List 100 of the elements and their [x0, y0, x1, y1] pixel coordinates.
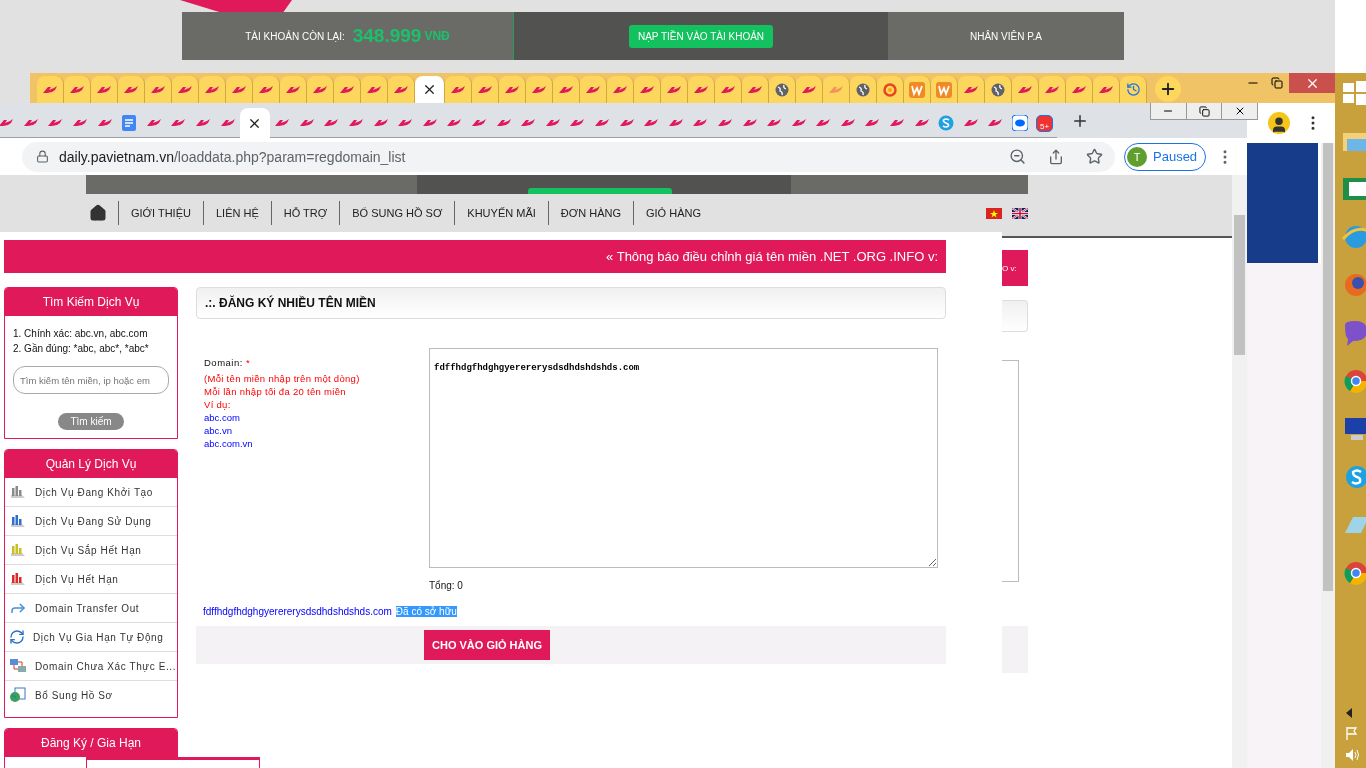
service-link[interactable]: Dịch Vụ Đang Khởi Tạo: [5, 478, 177, 507]
browser-tab[interactable]: [91, 76, 118, 103]
service-link[interactable]: Bổ Sung Hồ Sơ: [5, 681, 177, 709]
service-link[interactable]: Domain Chưa Xác Thực E...: [5, 652, 177, 681]
browser-tab[interactable]: [253, 76, 280, 103]
section-title: .:. ĐĂNG KÝ NHIỀU TÊN MIỀN: [196, 287, 946, 319]
nav-link[interactable]: GIỚI THIỆU: [118, 201, 203, 225]
browser-tab[interactable]: [526, 76, 553, 103]
browser-tab[interactable]: [334, 76, 361, 103]
browser-tab[interactable]: [472, 76, 499, 103]
status-text: Đã có sở hữu: [395, 606, 457, 617]
browser-tab[interactable]: [499, 76, 526, 103]
restore-icon[interactable]: [1271, 77, 1283, 89]
browser-tab[interactable]: [37, 76, 64, 103]
browser-tab[interactable]: [985, 76, 1012, 103]
bookmark-star-icon[interactable]: [1086, 148, 1103, 165]
site-icon: [150, 84, 166, 95]
scrollbar[interactable]: [1232, 175, 1247, 768]
browser-tab[interactable]: [688, 76, 715, 103]
browser-tab[interactable]: [958, 76, 985, 103]
browser-tab[interactable]: [580, 76, 607, 103]
browser-tab[interactable]: [145, 76, 172, 103]
nav-link[interactable]: ĐƠN HÀNG: [547, 201, 633, 225]
add-to-cart-button[interactable]: CHO VÀO GIỎ HÀNG: [424, 630, 550, 660]
browser-tab[interactable]: [877, 76, 904, 103]
scrollbar[interactable]: [1321, 143, 1335, 768]
browser-tab[interactable]: [1012, 76, 1039, 103]
browser-tab[interactable]: [199, 76, 226, 103]
close-button[interactable]: [1289, 73, 1335, 93]
address-bar[interactable]: daily.pavietnam.vn/loaddata.php?param=regdomain_list: [22, 141, 1115, 172]
nav-link[interactable]: LIÊN HỆ: [202, 201, 271, 225]
search-button[interactable]: Tìm kiếm: [58, 413, 124, 430]
browser-tab[interactable]: [796, 76, 823, 103]
browser-tab[interactable]: [415, 76, 445, 103]
example-link[interactable]: abc.vn: [204, 424, 429, 437]
service-link[interactable]: Dịch Vụ Sắp Hết Hạn: [5, 536, 177, 565]
site-icon: [298, 118, 315, 128]
site-icon: [285, 84, 301, 95]
windows-logo-icon[interactable]: [1341, 79, 1366, 107]
search-field[interactable]: Tìm kiếm tên miền, ip hoặc em: [13, 366, 169, 394]
flag-icon[interactable]: [1012, 207, 1028, 219]
domain-textarea[interactable]: fdffhdgfhdghgyerererysdsdhdshdshds.com: [429, 348, 938, 568]
home-icon[interactable]: [89, 204, 107, 222]
site-icon: [72, 118, 89, 128]
browser-tab[interactable]: [388, 76, 415, 103]
browser-tab[interactable]: [118, 76, 145, 103]
share-icon[interactable]: [1048, 148, 1064, 165]
site-icon: [312, 84, 328, 95]
browser-tab[interactable]: [1039, 76, 1066, 103]
close-icon[interactable]: [422, 82, 437, 97]
speaker-icon[interactable]: [1345, 748, 1361, 762]
example-link[interactable]: abc.com: [204, 411, 429, 424]
browser-tab[interactable]: [239, 108, 270, 138]
browser-tab[interactable]: [1066, 76, 1093, 103]
zoom-out-icon[interactable]: [1009, 148, 1026, 165]
browser-tab[interactable]: [1120, 76, 1147, 103]
browser-tab[interactable]: [661, 76, 688, 103]
restore-icon[interactable]: [1198, 105, 1210, 117]
globe-icon: [856, 82, 870, 97]
browser-tab[interactable]: [361, 76, 388, 103]
browser-icon[interactable]: [1341, 223, 1366, 251]
site-icon: [96, 84, 112, 95]
site-icon: [913, 118, 930, 128]
tray-arrow-icon[interactable]: [1345, 708, 1353, 718]
service-link[interactable]: Domain Transfer Out: [5, 594, 177, 623]
site-icon: [22, 118, 39, 128]
nav-link[interactable]: GIỎ HÀNG: [632, 201, 713, 225]
site-icon: [720, 84, 736, 95]
browser-tab[interactable]: [715, 76, 742, 103]
site-icon: [747, 84, 763, 95]
search-hint: 1. Chính xác: abc.vn, abc.com: [13, 327, 149, 341]
site-icon: [1098, 84, 1114, 95]
browser-tab[interactable]: [64, 76, 91, 103]
browser-tab[interactable]: [1093, 76, 1120, 103]
profile-icon[interactable]: [1268, 112, 1290, 134]
browser-tab[interactable]: [634, 76, 661, 103]
service-link[interactable]: Dịch Vụ Hết Hạn: [5, 565, 177, 594]
service-link[interactable]: Dịch Vụ Đang Sử Dụng: [5, 507, 177, 536]
site-icon: [716, 118, 733, 128]
browser-tab[interactable]: [307, 76, 334, 103]
nav-link[interactable]: KHUYẾN MÃI: [454, 201, 548, 225]
nav-link[interactable]: HỖ TRỢ: [270, 201, 340, 225]
browser-tab[interactable]: 5+: [1032, 108, 1057, 138]
browser-tab[interactable]: [607, 76, 634, 103]
spreadsheet-icon[interactable]: [1341, 175, 1366, 203]
browser-tab[interactable]: [172, 76, 199, 103]
field-note: Mỗi lần nhập tối đa 20 tên miền: [204, 385, 347, 398]
browser-tab[interactable]: [280, 76, 307, 103]
nav-link[interactable]: BỔ SUNG HỒ SƠ: [339, 201, 455, 225]
site-icon: [987, 118, 1004, 128]
browser-tab[interactable]: [769, 76, 796, 103]
browser-tab[interactable]: [226, 76, 253, 103]
browser-tab[interactable]: [850, 76, 877, 103]
browser-tab[interactable]: [553, 76, 580, 103]
notification-badge: 5+: [1036, 114, 1054, 132]
domain-link[interactable]: fdffhdgfhdghgyerererysdsdhdshdshds.com: [203, 606, 392, 617]
example-link[interactable]: abc.com.vn: [204, 437, 429, 450]
service-link[interactable]: Dịch Vụ Gia Hạn Tự Động: [5, 623, 177, 652]
browser-tab[interactable]: [742, 76, 769, 103]
browser-tab[interactable]: [445, 76, 472, 103]
